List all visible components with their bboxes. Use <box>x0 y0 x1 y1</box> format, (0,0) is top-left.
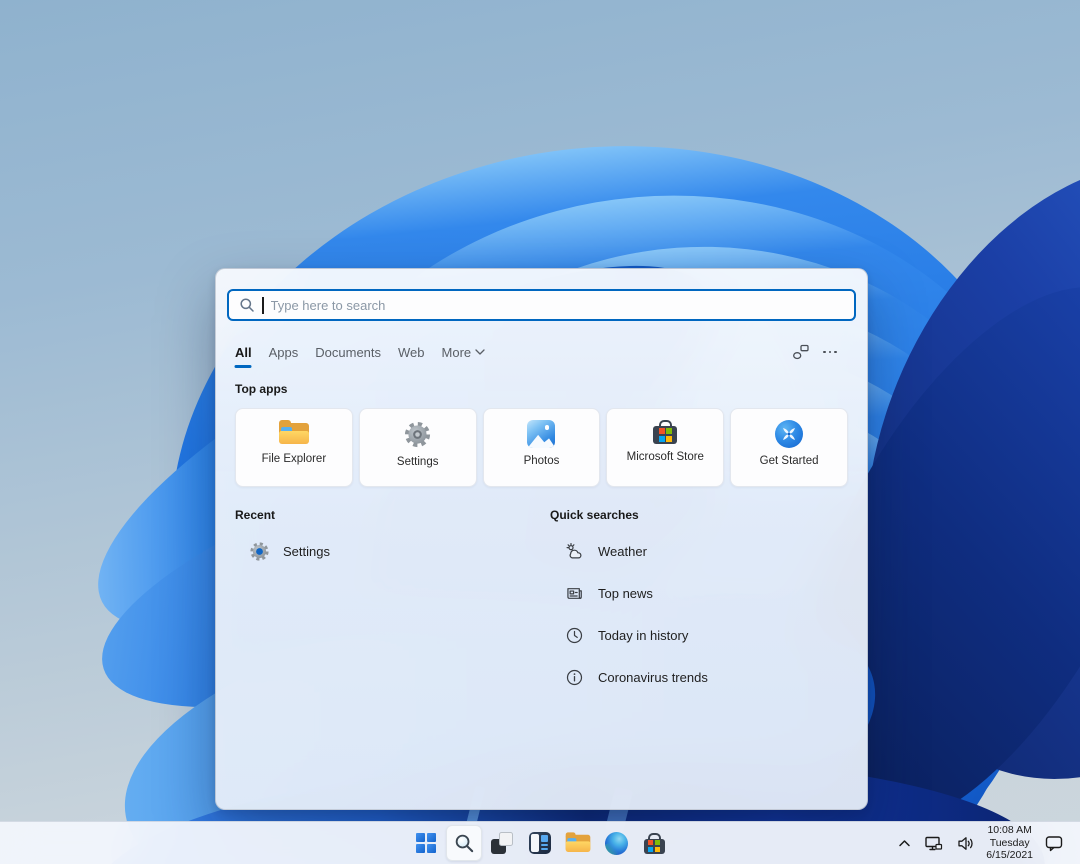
more-options-icon[interactable] <box>823 351 837 354</box>
search-icon <box>239 297 255 313</box>
search-box[interactable] <box>227 289 856 321</box>
volume-icon[interactable] <box>954 833 977 854</box>
microsoft-store-button[interactable] <box>636 825 672 861</box>
tab-web[interactable]: Web <box>398 345 425 360</box>
folder-icon <box>565 832 591 853</box>
app-card-settings[interactable]: Settings <box>359 408 477 487</box>
tab-more-label: More <box>442 345 472 360</box>
search-icon <box>453 832 476 855</box>
quick-searches-list: Weather Top news Today in history <box>550 530 848 698</box>
tray-chevron-up-icon[interactable] <box>896 837 913 850</box>
network-icon[interactable] <box>922 833 945 854</box>
news-icon <box>564 583 585 604</box>
clock-time: 10:08 AM <box>986 824 1033 836</box>
app-card-photos[interactable]: Photos <box>483 408 601 487</box>
weather-icon <box>564 541 585 562</box>
section-title-quick-searches: Quick searches <box>550 508 639 522</box>
quick-search-coronavirus-trends[interactable]: Coronavirus trends <box>550 656 848 698</box>
search-filter-tabs: All Apps Documents Web More <box>235 341 485 363</box>
system-tray: 10:08 AM Tuesday 6/15/2021 <box>896 822 1080 864</box>
edge-button[interactable] <box>598 825 634 861</box>
taskbar-center-icons <box>408 822 672 864</box>
quick-search-label: Top news <box>598 586 653 601</box>
panel-actions <box>791 341 837 363</box>
clock-day: Tuesday <box>986 837 1033 849</box>
app-card-get-started[interactable]: Get Started <box>730 408 848 487</box>
text-caret <box>262 297 264 314</box>
file-explorer-button[interactable] <box>560 825 596 861</box>
section-title-top-apps: Top apps <box>235 382 287 396</box>
tab-documents[interactable]: Documents <box>315 345 381 360</box>
search-panel: All Apps Documents Web More Top apps Fil… <box>215 268 868 810</box>
quick-search-label: Weather <box>598 544 647 559</box>
app-card-label: Get Started <box>760 455 819 467</box>
store-bag-icon <box>644 833 665 854</box>
edge-icon <box>605 832 628 855</box>
chevron-down-icon <box>475 349 485 355</box>
widgets-icon <box>529 832 551 854</box>
taskbar: 10:08 AM Tuesday 6/15/2021 <box>0 821 1080 864</box>
search-taskbar-button[interactable] <box>446 825 482 861</box>
folder-icon <box>278 420 310 446</box>
notification-icon[interactable] <box>1042 832 1066 854</box>
windows-logo-icon <box>416 833 437 854</box>
photos-icon <box>527 420 555 448</box>
clock[interactable]: 10:08 AM Tuesday 6/15/2021 <box>986 824 1033 861</box>
store-bag-icon <box>653 420 677 444</box>
info-icon <box>564 667 585 688</box>
task-view-button[interactable] <box>484 825 520 861</box>
app-card-file-explorer[interactable]: File Explorer <box>235 408 353 487</box>
start-button[interactable] <box>408 825 444 861</box>
tab-all[interactable]: All <box>235 345 252 360</box>
quick-search-top-news[interactable]: Top news <box>550 572 848 614</box>
section-title-recent: Recent <box>235 508 275 522</box>
quick-search-today-in-history[interactable]: Today in history <box>550 614 848 656</box>
gear-icon <box>403 420 432 449</box>
app-card-microsoft-store[interactable]: Microsoft Store <box>606 408 724 487</box>
recent-item-settings[interactable]: Settings <box>235 530 535 572</box>
clock-date: 6/15/2021 <box>986 849 1033 861</box>
task-view-icon <box>491 832 513 854</box>
quick-search-weather[interactable]: Weather <box>550 530 848 572</box>
gear-icon <box>249 541 270 562</box>
app-card-label: Microsoft Store <box>627 451 704 463</box>
widgets-button[interactable] <box>522 825 558 861</box>
app-card-label: Settings <box>397 456 439 468</box>
tab-more[interactable]: More <box>442 345 486 360</box>
top-apps-cards: File Explorer Settings Photos Microsoft … <box>235 408 848 487</box>
tab-apps[interactable]: Apps <box>269 345 299 360</box>
recent-list: Settings <box>235 530 535 572</box>
app-card-label: File Explorer <box>262 453 327 465</box>
app-card-label: Photos <box>524 455 560 467</box>
search-input[interactable] <box>271 298 845 313</box>
quick-search-label: Coronavirus trends <box>598 670 708 685</box>
quick-search-label: Today in history <box>598 628 688 643</box>
account-icon[interactable] <box>791 343 810 361</box>
pinwheel-icon <box>775 420 803 448</box>
recent-item-label: Settings <box>283 544 330 559</box>
clock-icon <box>564 625 585 646</box>
